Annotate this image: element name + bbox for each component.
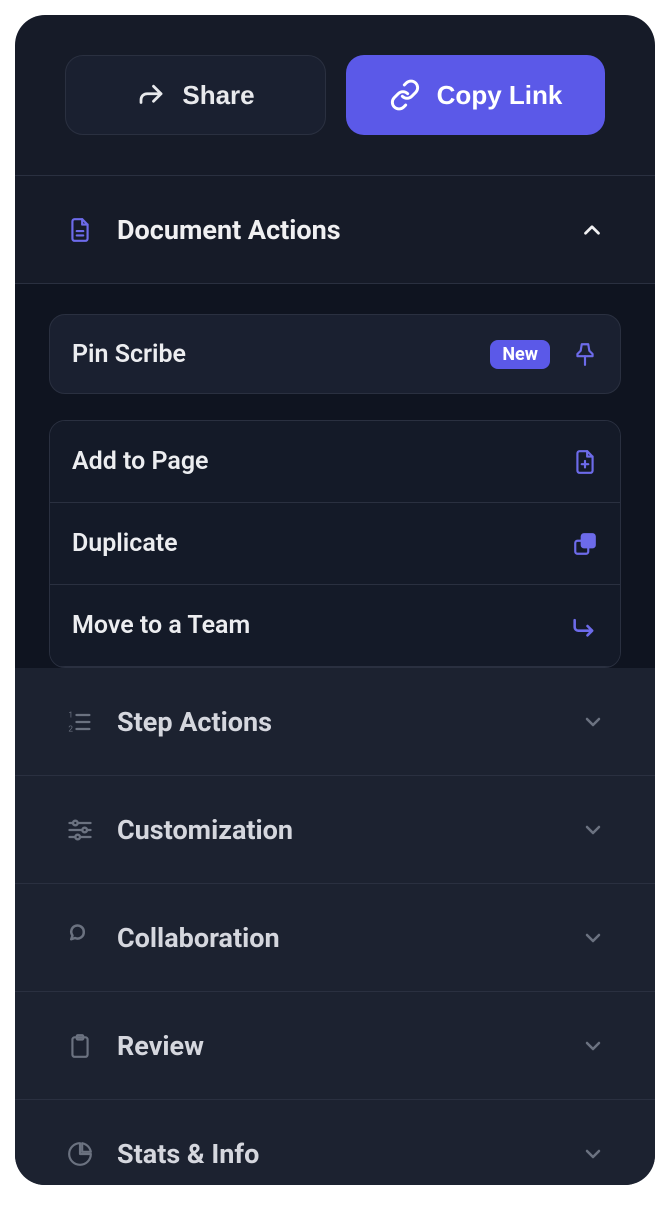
document-actions-body: Pin Scribe New Add to Page xyxy=(15,284,655,668)
action-group: Add to Page Duplicate xyxy=(49,420,621,668)
chevron-up-icon xyxy=(579,217,605,243)
section-title-step-actions: Step Actions xyxy=(117,706,581,738)
new-badge: New xyxy=(490,340,550,369)
chevron-down-icon xyxy=(581,710,605,734)
duplicate-label: Duplicate xyxy=(72,529,572,558)
section-header-document-actions[interactable]: Document Actions xyxy=(15,176,655,284)
pin-icon xyxy=(572,341,598,367)
section-header-step-actions[interactable]: 1 2 Step Actions xyxy=(15,668,655,776)
section-title-collaboration: Collaboration xyxy=(117,922,581,954)
link-icon xyxy=(389,79,421,111)
move-to-team-item[interactable]: Move to a Team xyxy=(50,585,620,667)
top-button-row: Share Copy Link xyxy=(15,15,655,176)
share-button[interactable]: Share xyxy=(65,55,326,135)
section-title-customization: Customization xyxy=(117,814,581,846)
section-title-stats-info: Stats & Info xyxy=(117,1138,581,1170)
move-to-team-label: Move to a Team xyxy=(72,611,570,640)
sliders-icon xyxy=(65,815,95,845)
add-to-page-item[interactable]: Add to Page xyxy=(50,421,620,503)
add-to-page-label: Add to Page xyxy=(72,447,572,476)
duplicate-item[interactable]: Duplicate xyxy=(50,503,620,585)
svg-text:1: 1 xyxy=(68,709,73,719)
chevron-down-icon xyxy=(581,818,605,842)
section-header-stats-info[interactable]: Stats & Info xyxy=(15,1100,655,1185)
section-header-customization[interactable]: Customization xyxy=(15,776,655,884)
actions-panel: Share Copy Link Document Actions xyxy=(15,15,655,1185)
clipboard-icon xyxy=(65,1031,95,1061)
chevron-down-icon xyxy=(581,1034,605,1058)
chevron-down-icon xyxy=(581,1142,605,1166)
chevron-down-icon xyxy=(581,926,605,950)
section-header-collaboration[interactable]: Collaboration xyxy=(15,884,655,992)
ordered-list-icon: 1 2 xyxy=(65,707,95,737)
file-plus-icon xyxy=(572,449,598,475)
move-arrow-icon xyxy=(570,612,598,640)
section-header-review[interactable]: Review xyxy=(15,992,655,1100)
chat-bubbles-icon xyxy=(65,923,95,953)
copy-link-button[interactable]: Copy Link xyxy=(346,55,605,135)
svg-text:2: 2 xyxy=(68,723,73,733)
pie-chart-icon xyxy=(65,1139,95,1169)
section-title-review: Review xyxy=(117,1030,581,1062)
pin-scribe-item[interactable]: Pin Scribe New xyxy=(49,314,621,394)
share-button-label: Share xyxy=(182,80,254,111)
copy-link-button-label: Copy Link xyxy=(437,80,563,111)
copy-icon xyxy=(572,531,598,557)
share-arrow-icon xyxy=(136,80,166,110)
section-title-document-actions: Document Actions xyxy=(117,214,579,246)
document-icon xyxy=(65,215,95,245)
pin-scribe-label: Pin Scribe xyxy=(72,340,490,369)
